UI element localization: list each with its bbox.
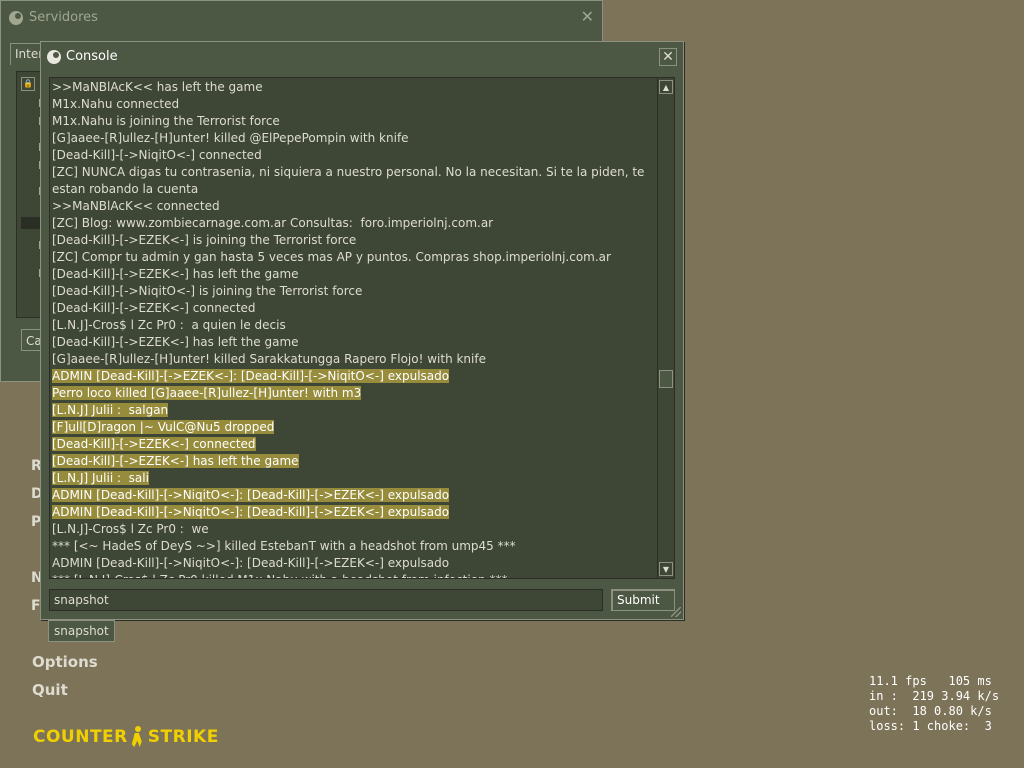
console-line: *** [<~ HadeS of DeyS ~>] killed Esteban… [52, 538, 656, 555]
steam-icon [9, 10, 23, 25]
console-line-text: [Dead-Kill]-[->NiqitO<-] connected [52, 148, 262, 162]
console-line-text: ADMIN [Dead-Kill]-[->NiqitO<-]: [Dead-Ki… [52, 505, 450, 519]
console-line: ADMIN [Dead-Kill]-[->EZEK<-]: [Dead-Kill… [52, 368, 656, 385]
console-line-text: ADMIN [Dead-Kill]-[->NiqitO<-]: [Dead-Ki… [52, 488, 450, 502]
menu-item-quit[interactable]: Quit [32, 680, 98, 708]
console-line-text: [Dead-Kill]-[->EZEK<-] has left the game [52, 335, 299, 349]
console-line: [Dead-Kill]-[->NiqitO<-] connected [52, 147, 656, 164]
console-line-text: [Dead-Kill]-[->EZEK<-] connected [52, 301, 256, 315]
console-line: [Dead-Kill]-[->EZEK<-] has left the game [52, 334, 656, 351]
console-line: [Dead-Kill]-[->EZEK<-] connected [52, 436, 656, 453]
console-line-text: *** [<~ HadeS of DeyS ~>] killed Esteban… [52, 539, 516, 553]
console-line: >>MaNBlAcK<< connected [52, 198, 656, 215]
console-line: [F]ull[D]ragon |~ VulC@Nu5 dropped [52, 419, 656, 436]
console-line-text: [ZC] Blog: www.zombiecarnage.com.ar Cons… [52, 216, 494, 230]
resize-grip-icon[interactable] [671, 607, 681, 617]
console-line-text: [Dead-Kill]-[->EZEK<-] has left the game [52, 454, 299, 468]
console-command-input[interactable] [49, 589, 603, 611]
net-in: in : 219 3.94 k/s [869, 689, 1000, 703]
console-line-text: [L.N.J] Julii : salgan [52, 403, 169, 417]
main-menu: Options Quit [32, 652, 98, 708]
submit-button[interactable]: Submit [611, 589, 675, 611]
console-log-content: >>MaNBlAcK<< has left the game M1x.Nahu c… [50, 78, 658, 578]
console-line: [L.N.J] Julii : salgan [52, 402, 656, 419]
console-log[interactable]: >>MaNBlAcK<< has left the game M1x.Nahu c… [49, 77, 659, 579]
scroll-up-icon[interactable]: ▲ [659, 80, 673, 94]
console-line: [Dead-Kill]-[->EZEK<-] connected [52, 300, 656, 317]
lock-icon[interactable]: 🔒 [21, 77, 35, 91]
console-line-text: [ZC] Compr tu admin y gan hasta 5 veces … [52, 250, 611, 264]
console-line-text: [Dead-Kill]-[->EZEK<-] has left the game [52, 267, 299, 281]
console-line: [ZC] Compr tu admin y gan hasta 5 veces … [52, 249, 656, 266]
console-title-text: Console [66, 49, 118, 64]
console-title: Console [47, 49, 118, 64]
console-line-text: [L.N.J] Julii : sali [52, 471, 149, 485]
console-scrollbar[interactable]: ▲ ▼ [657, 77, 675, 579]
console-line-text: [G]aaee-[R]ullez-[H]unter! killed @ElPep… [52, 131, 409, 145]
net-out: out: 18 0.80 k/s [869, 704, 992, 718]
console-line-text: ADMIN [Dead-Kill]-[->NiqitO<-]: [Dead-Ki… [52, 556, 450, 570]
soldier-icon [129, 726, 147, 748]
counter-strike-logo: COUNTER STRIKE [33, 725, 219, 749]
servers-window-title-text: Servidores [29, 10, 98, 25]
console-line: [G]aaee-[R]ullez-[H]unter! killed @ElPep… [52, 130, 656, 147]
console-line-text: M1x.Nahu is joining the Terrorist force [52, 114, 280, 128]
console-line-text: [Dead-Kill]-[->EZEK<-] connected [52, 437, 256, 451]
logo-text-strike: STRIKE [147, 727, 219, 747]
console-line: [Dead-Kill]-[->NiqitO<-] is joining the … [52, 283, 656, 300]
console-line-text: M1x.Nahu connected [52, 97, 180, 111]
console-window: Console ✕ >>MaNBlAcK<< has left the game… [40, 41, 684, 620]
console-line-text: [ZC] NUNCA digas tu contrasenia, ni siqu… [52, 165, 649, 196]
console-line: [Dead-Kill]-[->EZEK<-] has left the game [52, 453, 656, 470]
autocomplete-suggestion[interactable]: snapshot [48, 620, 115, 642]
console-line: >>MaNBlAcK<< has left the game [52, 79, 656, 96]
scroll-down-icon[interactable]: ▼ [659, 562, 673, 576]
console-line: ADMIN [Dead-Kill]-[->NiqitO<-]: [Dead-Ki… [52, 504, 656, 521]
console-line: M1x.Nahu connected [52, 96, 656, 113]
net-fps: 11.1 fps 105 ms [869, 674, 992, 688]
console-line: [G]aaee-[R]ullez-[H]unter! killed Sarakk… [52, 351, 656, 368]
console-line-text: *** [L.N.J]-Cros$ l Zc Pr0 killed M1x.Na… [52, 573, 507, 578]
close-button[interactable]: ✕ [659, 48, 677, 66]
console-line-text: [F]ull[D]ragon |~ VulC@Nu5 dropped [52, 420, 275, 434]
console-line-text: [G]aaee-[R]ullez-[H]unter! killed Sarakk… [52, 352, 486, 366]
console-line-text: >>MaNBlAcK<< connected [52, 199, 220, 213]
servers-window-title: Servidores [9, 10, 98, 25]
console-line: [ZC] NUNCA digas tu contrasenia, ni siqu… [52, 164, 656, 198]
net-loss: loss: 1 choke: 3 [869, 719, 992, 733]
console-line-text: [Dead-Kill]-[->EZEK<-] is joining the Te… [52, 233, 357, 247]
console-line: M1x.Nahu is joining the Terrorist force [52, 113, 656, 130]
console-line: [Dead-Kill]-[->EZEK<-] is joining the Te… [52, 232, 656, 249]
net-graph: 11.1 fps 105 ms in : 219 3.94 k/s out: 18 … [869, 674, 999, 734]
console-line: ADMIN [Dead-Kill]-[->NiqitO<-]: [Dead-Ki… [52, 487, 656, 504]
console-line: [L.N.J]-Cros$ l Zc Pr0 : we [52, 521, 656, 538]
steam-icon [47, 49, 61, 64]
console-line: [L.N.J] Julii : sali [52, 470, 656, 487]
scroll-thumb[interactable] [659, 370, 673, 388]
console-line-text: [Dead-Kill]-[->NiqitO<-] is joining the … [52, 284, 363, 298]
close-icon: ✕ [662, 49, 674, 65]
console-line-text: >>MaNBlAcK<< has left the game [52, 80, 263, 94]
console-line: [L.N.J]-Cros$ l Zc Pr0 : a quien le deci… [52, 317, 656, 334]
console-line: *** [L.N.J]-Cros$ l Zc Pr0 killed M1x.Na… [52, 572, 656, 578]
logo-text-counter: COUNTER [33, 727, 128, 747]
console-line: [Dead-Kill]-[->EZEK<-] has left the game [52, 266, 656, 283]
console-line: Perro loco killed [G]aaee-[R]ullez-[H]un… [52, 385, 656, 402]
console-line-text: ADMIN [Dead-Kill]-[->EZEK<-]: [Dead-Kill… [52, 369, 450, 383]
console-line-text: [L.N.J]-Cros$ l Zc Pr0 : we [52, 522, 209, 536]
console-line-text: [L.N.J]-Cros$ l Zc Pr0 : a quien le deci… [52, 318, 286, 332]
console-line: ADMIN [Dead-Kill]-[->NiqitO<-]: [Dead-Ki… [52, 555, 656, 572]
servers-close-icon[interactable]: ✕ [581, 7, 594, 26]
console-line: [ZC] Blog: www.zombiecarnage.com.ar Cons… [52, 215, 656, 232]
console-line-text: Perro loco killed [G]aaee-[R]ullez-[H]un… [52, 386, 362, 400]
menu-item-options[interactable]: Options [32, 652, 98, 680]
